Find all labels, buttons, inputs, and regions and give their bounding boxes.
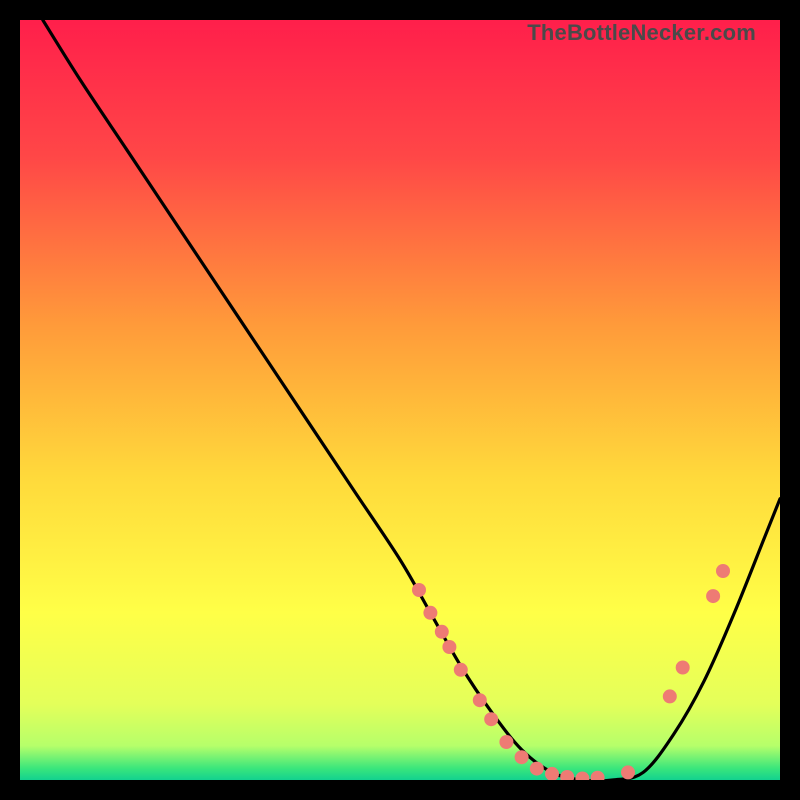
curve-dot	[716, 564, 730, 578]
curve-dot	[706, 589, 720, 603]
curve-dot	[621, 765, 635, 779]
curve-dot	[435, 625, 449, 639]
curve-dot	[530, 762, 544, 776]
curve-dot	[473, 693, 487, 707]
curve-dot	[676, 661, 690, 675]
curve-dot	[442, 640, 456, 654]
chart-frame: TheBottleNecker.com	[20, 20, 780, 780]
curve-dot	[423, 606, 437, 620]
bottleneck-chart	[20, 20, 780, 780]
curve-dot	[499, 735, 513, 749]
curve-dot	[663, 689, 677, 703]
watermark-label: TheBottleNecker.com	[527, 20, 756, 46]
curve-dot	[412, 583, 426, 597]
curve-dot	[484, 712, 498, 726]
gradient-background	[20, 20, 780, 780]
curve-dot	[515, 750, 529, 764]
curve-dot	[454, 663, 468, 677]
